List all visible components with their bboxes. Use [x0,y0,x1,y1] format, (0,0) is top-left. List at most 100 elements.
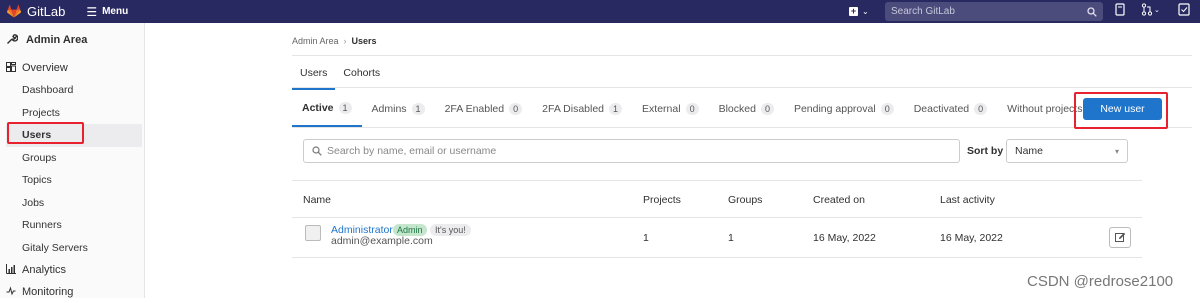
filter-count-badge: 0 [509,103,523,115]
tab-users[interactable]: Users [292,60,336,90]
sort-select[interactable]: Name ▾ [1006,139,1128,163]
divider [292,87,1192,88]
filter-count-badge: 1 [338,102,352,114]
sidebar-section-analytics[interactable]: Analytics [0,259,144,281]
chevron-down-icon: ⌄ [862,7,869,16]
sidebar-item-topics[interactable]: Topics [0,169,144,192]
user-search-input[interactable]: Search by name, email or username [303,139,960,163]
top-tabs: Users Cohorts [292,60,388,90]
search-icon [1087,6,1097,17]
user-email: admin@example.com [331,235,433,247]
filter-tab-deactivated[interactable]: Deactivated 0 [904,95,997,126]
divider [292,127,1192,128]
column-header-created-on: Created on [813,194,865,206]
sidebar-item-groups[interactable]: Groups [0,147,144,170]
sidebar-header[interactable]: Admin Area [0,23,144,57]
filter-tab-label: 2FA Disabled [542,103,605,115]
breadcrumb-current: Users [351,36,377,46]
filter-count-badge: 0 [760,103,774,115]
filter-tab-label: Without projects [1007,103,1083,115]
filter-tab-label: Pending approval [793,103,876,115]
sort-value: Name [1015,145,1044,157]
divider [292,257,1142,258]
breadcrumb: Admin Area › Users [292,36,377,46]
search-placeholder: Search GitLab [891,6,955,17]
column-header-groups: Groups [728,194,763,206]
divider [292,180,1142,181]
filter-tab-2fa-enabled[interactable]: 2FA Enabled 0 [435,95,533,126]
highlight-users-annotation [7,122,84,144]
chevron-down-icon: ▾ [1114,146,1119,156]
sidebar-section-monitoring[interactable]: Monitoring [0,281,144,303]
sidebar: Admin Area Overview Dashboard Projects U… [0,23,145,298]
divider [292,217,1142,218]
filter-tab-label: External [642,103,681,115]
user-groups-count: 1 [728,232,734,244]
avatar[interactable] [305,225,321,241]
user-created-on: 16 May, 2022 [813,232,876,244]
column-header-last-activity: Last activity [940,194,995,206]
filter-tab-label: Blocked [718,103,756,115]
filter-tab-label: Admins [371,103,407,115]
sidebar-section-label: Overview [22,62,68,74]
watermark: CSDN @redrose2100 [1027,273,1174,290]
filter-count-badge: 1 [411,103,425,115]
filter-tab-external[interactable]: External 0 [632,95,709,126]
menu-button[interactable]: ☰ Menu [86,5,128,19]
issues-icon[interactable] [1115,3,1126,19]
filter-count-badge: 1 [609,103,623,115]
filter-tab-label: 2FA Enabled [444,103,505,115]
filter-count-badge: 0 [880,103,894,115]
sidebar-section-overview[interactable]: Overview [0,57,144,79]
svg-text:⌄: ⌄ [1154,7,1160,14]
filter-tabs: Active 1 Admins 1 2FA Enabled 0 2FA Disable… [292,94,1110,127]
filter-tab-admins[interactable]: Admins 1 [362,95,435,126]
sidebar-item-dashboard[interactable]: Dashboard [0,79,144,102]
filter-tab-2fa-disabled[interactable]: 2FA Disabled 1 [532,95,632,126]
its-you-badge: It's you! [430,224,471,236]
top-navbar: GitLab ☰ Menu + ⌄ Search GitLab ⌄ [0,0,1200,23]
analytics-icon [6,263,16,277]
filter-tab-active[interactable]: Active 1 [292,94,362,127]
user-last-activity: 16 May, 2022 [940,232,1003,244]
sidebar-section-label: Analytics [22,264,67,276]
column-header-name: Name [303,194,332,206]
filter-count-badge: 0 [685,103,699,115]
sidebar-item-runners[interactable]: Runners [0,214,144,237]
divider [292,55,1192,56]
filter-tab-label: Active [302,102,334,114]
column-header-projects: Projects [643,194,681,206]
overview-icon [6,61,16,75]
merge-request-icon[interactable]: ⌄ [1141,3,1161,19]
todo-icon[interactable] [1178,3,1190,19]
search-icon [312,146,322,156]
filter-tab-pending-approval[interactable]: Pending approval 0 [784,95,904,126]
user-projects-count: 1 [643,232,649,244]
filter-tab-blocked[interactable]: Blocked 0 [709,95,784,126]
brand-name: GitLab [27,4,66,19]
sort-label: Sort by [967,145,1004,157]
edit-user-button[interactable] [1109,227,1131,248]
search-placeholder: Search by name, email or username [327,145,497,157]
monitoring-icon [6,285,16,299]
sidebar-item-projects[interactable]: Projects [0,102,144,125]
sidebar-item-jobs[interactable]: Jobs [0,192,144,215]
plus-icon: + [849,6,858,16]
filter-count-badge: 0 [974,103,988,115]
global-search-input[interactable]: Search GitLab [885,2,1103,21]
menu-label: Menu [102,6,129,17]
breadcrumb-parent[interactable]: Admin Area [292,36,339,46]
tab-cohorts[interactable]: Cohorts [335,60,388,90]
filter-tab-label: Deactivated [913,103,970,115]
chevron-right-icon: › [343,36,347,46]
gitlab-logo[interactable]: GitLab [7,4,65,19]
gitlab-logo-icon [7,5,21,18]
sidebar-item-gitaly-servers[interactable]: Gitaly Servers [0,237,144,260]
sidebar-title: Admin Area [26,34,88,46]
wrench-icon [6,33,19,48]
sidebar-section-label: Monitoring [22,286,74,298]
new-dropdown-button[interactable]: + ⌄ [849,4,873,19]
pencil-square-icon [1114,232,1125,242]
hamburger-icon: ☰ [86,4,98,19]
highlight-new-user-annotation [1074,92,1168,129]
